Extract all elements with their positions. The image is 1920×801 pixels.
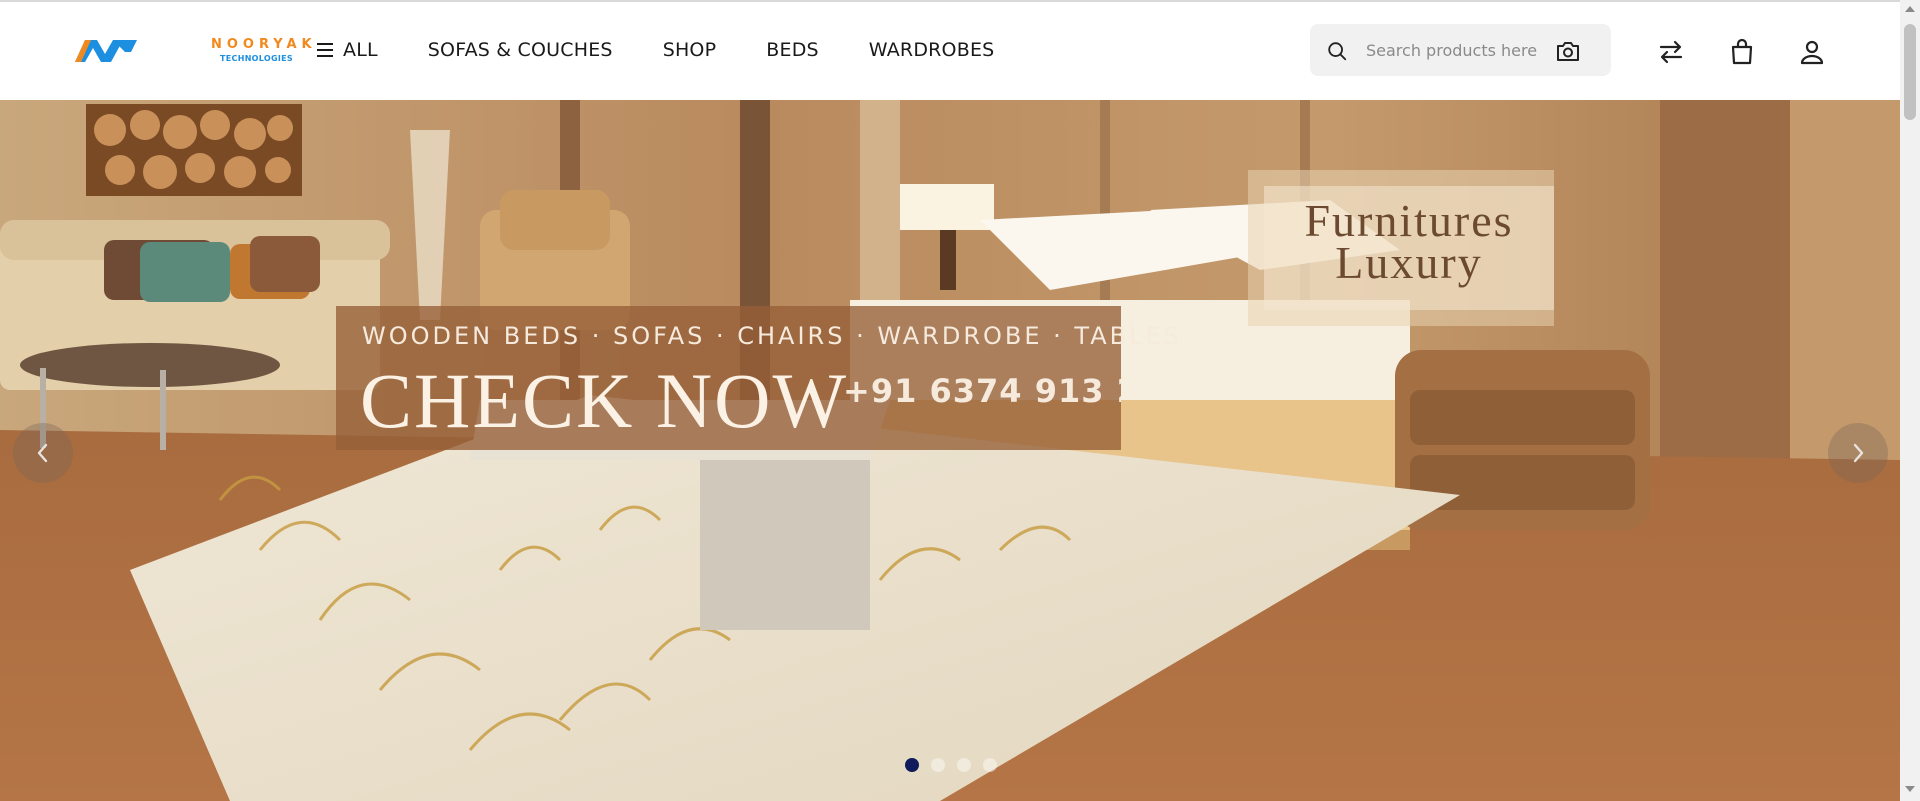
hamburger-icon (317, 43, 333, 57)
brand-name: NOORYAK (211, 37, 317, 52)
hero-slider: WOODEN BEDS · SOFAS · CHAIRS · WARDROBE … (0, 100, 1900, 801)
camera-icon[interactable] (1555, 39, 1581, 63)
hero-luxury-badge: Furnitures Luxury (1248, 170, 1554, 326)
luxury-line-2: Luxury (1335, 237, 1483, 288)
slider-dot-2[interactable] (931, 758, 945, 772)
bag-icon[interactable] (1728, 38, 1756, 66)
site-header: NOORYAK TECHNOLOGIES ALL SOFAS & COUCHES… (0, 2, 1900, 100)
slider-dot-4[interactable] (983, 758, 997, 772)
slider-dots (905, 758, 1009, 772)
nav-all-label: ALL (343, 39, 378, 61)
hero-caption: WOODEN BEDS · SOFAS · CHAIRS · WARDROBE … (336, 306, 1179, 450)
hero-image (0, 100, 1900, 801)
chevron-right-icon (1853, 443, 1864, 463)
search-input[interactable] (1366, 36, 1546, 64)
hero-categories: WOODEN BEDS · SOFAS · CHAIRS · WARDROBE … (362, 322, 1182, 350)
search-icon[interactable] (1326, 40, 1348, 62)
scroll-thumb[interactable] (1904, 24, 1916, 120)
slider-dot-1[interactable] (905, 758, 919, 772)
logo-mark-icon (75, 40, 137, 62)
nav-item-sofas-couches[interactable]: SOFAS & COUCHES (428, 39, 613, 61)
hero-luxury-inner: Furnitures Luxury (1264, 186, 1554, 310)
compare-icon[interactable] (1657, 38, 1685, 66)
chevron-left-icon (37, 443, 48, 463)
hero-cta-heading[interactable]: CHECK NOW (360, 356, 848, 446)
luxury-line-1: Furnitures (1304, 195, 1514, 246)
nav-item-shop[interactable]: SHOP (663, 39, 717, 61)
slider-prev-button[interactable] (13, 423, 73, 483)
slider-next-button[interactable] (1828, 423, 1888, 483)
scroll-down-arrow-icon[interactable] (1905, 786, 1915, 792)
hero-phone[interactable]: +91 6374 913 298 (843, 372, 1121, 410)
search-bar (1310, 24, 1611, 76)
brand-logo[interactable]: NOORYAK TECHNOLOGIES (75, 32, 312, 68)
main-nav: ALL SOFAS & COUCHES SHOP BEDS WARDROBES (317, 36, 994, 64)
nav-item-wardrobes[interactable]: WARDROBES (869, 39, 995, 61)
slider-dot-3[interactable] (957, 758, 971, 772)
nav-item-beds[interactable]: BEDS (766, 39, 819, 61)
user-icon[interactable] (1798, 38, 1826, 66)
brand-tagline: TECHNOLOGIES (220, 54, 293, 63)
scroll-up-arrow-icon[interactable] (1905, 6, 1915, 12)
page-scrollbar[interactable] (1900, 0, 1920, 801)
nav-all-menu[interactable]: ALL (317, 39, 378, 61)
